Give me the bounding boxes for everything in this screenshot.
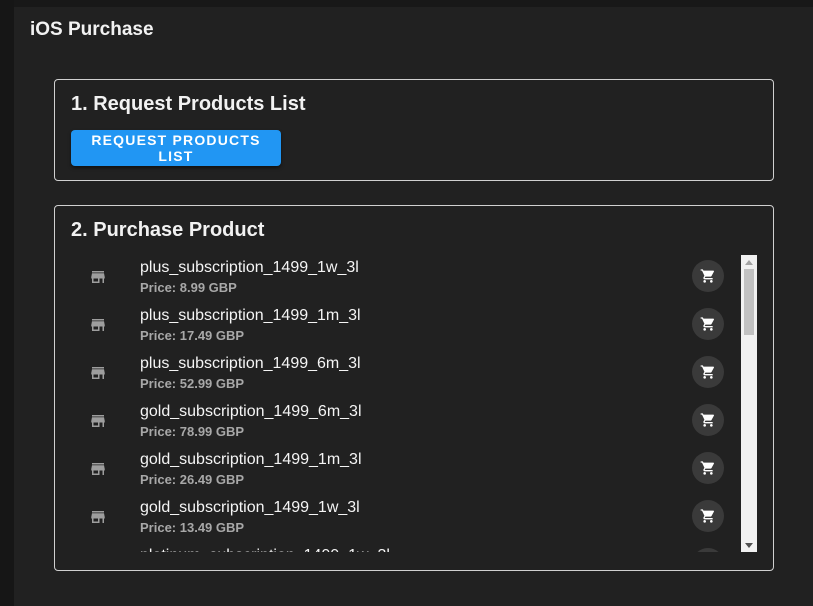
- product-price: Price: 52.99 GBP: [140, 376, 245, 391]
- scroll-up-arrow-icon[interactable]: [741, 255, 757, 269]
- main-panel: iOS Purchase 1. Request Products List RE…: [14, 7, 813, 606]
- product-name: platinum_subscription_1499_1w_3l: [140, 547, 390, 552]
- buy-button[interactable]: [692, 500, 724, 532]
- list-item: gold_subscription_1499_6m_3l Price: 78.9…: [55, 398, 739, 446]
- product-price: Price: 17.49 GBP: [140, 328, 245, 343]
- product-name: plus_subscription_1499_1w_3l: [140, 259, 359, 276]
- purchase-section-title: 2. Purchase Product: [71, 219, 265, 241]
- list-item: gold_subscription_1499_1m_3l Price: 26.4…: [55, 446, 739, 494]
- buy-button[interactable]: [692, 404, 724, 436]
- scroll-down-arrow-icon[interactable]: [741, 538, 757, 552]
- cart-icon: [700, 509, 715, 523]
- list-item: gold_subscription_1499_1w_3l Price: 13.4…: [55, 494, 739, 542]
- product-name: plus_subscription_1499_1m_3l: [140, 307, 361, 324]
- cart-icon: [700, 317, 715, 331]
- list-item: plus_subscription_1499_1w_3l Price: 8.99…: [55, 254, 739, 302]
- store-icon: [89, 412, 107, 430]
- product-price: Price: 78.99 GBP: [140, 424, 245, 439]
- store-icon: [89, 460, 107, 478]
- product-price: Price: 26.49 GBP: [140, 472, 245, 487]
- product-name: plus_subscription_1499_6m_3l: [140, 355, 361, 372]
- request-products-card: 1. Request Products List REQUEST PRODUCT…: [54, 79, 774, 181]
- store-icon: [89, 316, 107, 334]
- request-products-button[interactable]: REQUEST PRODUCTS LIST: [71, 130, 281, 166]
- buy-button[interactable]: [692, 356, 724, 388]
- store-icon: [89, 508, 107, 526]
- request-section-title: 1. Request Products List: [71, 93, 306, 115]
- cart-icon: [700, 413, 715, 427]
- product-name: gold_subscription_1499_1w_3l: [140, 499, 360, 516]
- purchase-product-card: 2. Purchase Product plus_subscription_14…: [54, 205, 774, 571]
- product-list[interactable]: plus_subscription_1499_1w_3l Price: 8.99…: [55, 254, 739, 552]
- store-icon: [89, 364, 107, 382]
- cart-icon: [700, 269, 715, 283]
- product-price: Price: 8.99 GBP: [140, 280, 237, 295]
- buy-button[interactable]: [692, 308, 724, 340]
- scroll-thumb[interactable]: [744, 269, 754, 335]
- cart-icon: [700, 365, 715, 379]
- product-name: gold_subscription_1499_6m_3l: [140, 403, 362, 420]
- window-left-edge: [0, 0, 14, 606]
- buy-button[interactable]: [692, 548, 724, 552]
- list-item: platinum_subscription_1499_1w_3l: [55, 542, 739, 552]
- cart-icon: [700, 461, 715, 475]
- list-item: plus_subscription_1499_1m_3l Price: 17.4…: [55, 302, 739, 350]
- list-item: plus_subscription_1499_6m_3l Price: 52.9…: [55, 350, 739, 398]
- buy-button[interactable]: [692, 260, 724, 292]
- store-icon: [89, 268, 107, 286]
- app-title: iOS Purchase: [30, 19, 154, 40]
- product-price: Price: 13.49 GBP: [140, 520, 245, 535]
- buy-button[interactable]: [692, 452, 724, 484]
- product-name: gold_subscription_1499_1m_3l: [140, 451, 362, 468]
- window-top-edge: [0, 0, 813, 7]
- product-list-scrollbar[interactable]: [741, 255, 757, 552]
